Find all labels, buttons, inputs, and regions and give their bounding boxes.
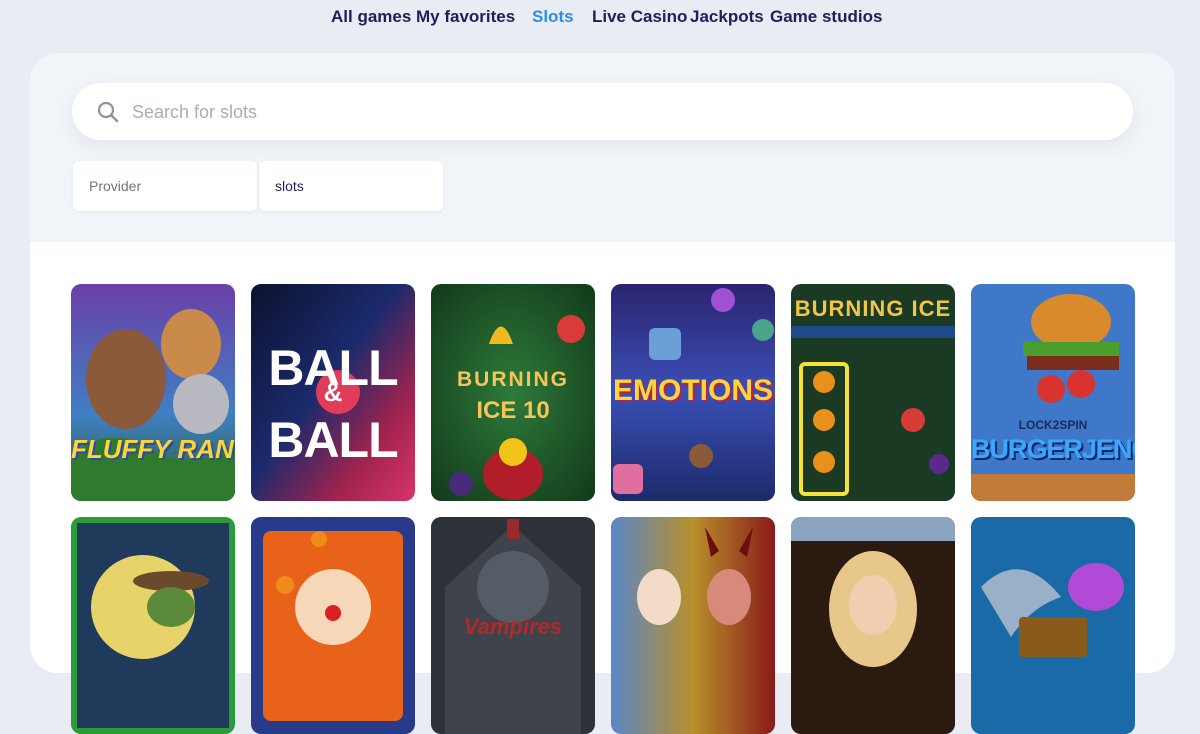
game-tile-clown[interactable] xyxy=(251,517,415,734)
nav-live-casino[interactable]: Live Casino xyxy=(592,7,687,27)
game-tile-shark-jellyfish[interactable] xyxy=(971,517,1135,734)
game-tile-blonde-lady[interactable] xyxy=(791,517,955,734)
game-tile-fluffy-rangers[interactable]: FLUFFY RANGERS xyxy=(71,284,235,501)
game-tile-burning-ice-10[interactable]: BURNING ICE 10 xyxy=(431,284,595,501)
game-title: Vampires xyxy=(463,614,563,639)
game-title: EMOTIONS xyxy=(612,374,773,407)
game-thumbnail xyxy=(971,517,1135,734)
nav-slots[interactable]: Slots xyxy=(532,7,574,27)
game-thumbnail xyxy=(71,284,235,501)
game-tile-gator-cowboy[interactable] xyxy=(71,517,235,734)
game-title: BURGERJENGA xyxy=(971,434,1135,464)
game-title-line2: BALL xyxy=(268,412,398,468)
game-tile-burning-ice[interactable]: BURNING ICE xyxy=(791,284,955,501)
game-thumbnail xyxy=(971,284,1135,501)
game-thumbnail xyxy=(251,517,415,734)
game-thumbnail xyxy=(71,517,235,734)
nav-my-favorites[interactable]: My favorites xyxy=(416,7,515,27)
game-tile-vampires[interactable]: Vampires xyxy=(431,517,595,734)
provider-filter[interactable]: Provider xyxy=(73,161,257,211)
game-tile-emotions[interactable]: EMOTIONS xyxy=(611,284,775,501)
game-badge: LOCK2SPIN xyxy=(1018,418,1088,432)
game-tile-ball-and-ball[interactable]: BALL & BALL xyxy=(251,284,415,501)
search-bar[interactable] xyxy=(72,83,1133,142)
nav-game-studios[interactable]: Game studios xyxy=(770,7,882,27)
game-title: FLUFFY RANGERS xyxy=(71,434,235,464)
game-thumbnail xyxy=(431,284,595,501)
game-thumbnail xyxy=(611,517,775,734)
game-title-line2: ICE 10 xyxy=(476,397,550,424)
nav-all-games[interactable]: All games xyxy=(331,7,411,27)
game-tile-burger-jenga[interactable]: LOCK2SPIN BURGERJENGA xyxy=(971,284,1135,501)
category-nav: All games My favorites Slots Live Casino… xyxy=(0,0,1200,36)
search-icon xyxy=(97,101,119,123)
category-filter[interactable]: slots xyxy=(259,161,443,211)
game-title-amp: & xyxy=(323,377,343,407)
game-thumbnail xyxy=(791,517,955,734)
game-title-line1: BURNING xyxy=(457,368,569,391)
game-tile-angel-demon[interactable] xyxy=(611,517,775,734)
search-input[interactable] xyxy=(130,83,1114,142)
game-title: BURNING ICE xyxy=(794,296,952,321)
nav-jackpots[interactable]: Jackpots xyxy=(690,7,764,27)
